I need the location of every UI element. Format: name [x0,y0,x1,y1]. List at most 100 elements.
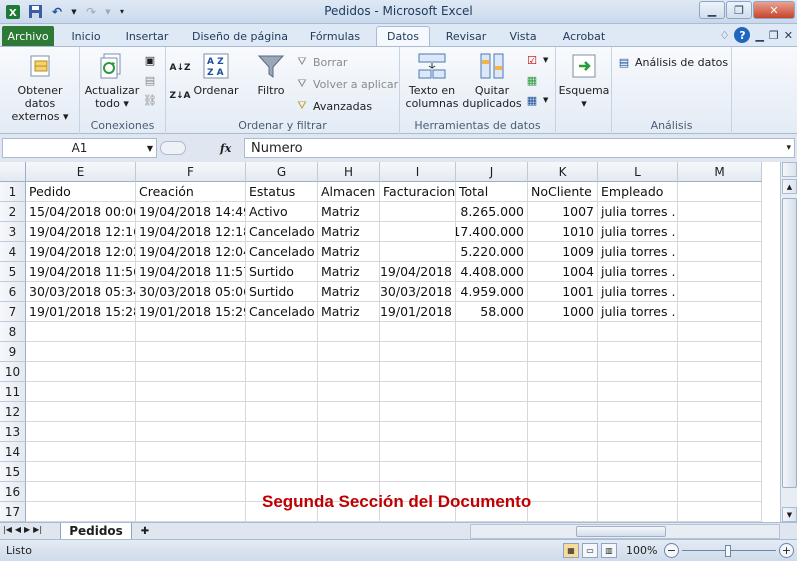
first-sheet-icon[interactable]: |◀ [3,525,12,534]
redo-icon[interactable]: ↷ [82,3,100,20]
table-cell[interactable]: 1001 [528,282,598,302]
table-cell[interactable]: 19/01/2018 15:28 [26,302,136,322]
zoom-in-icon[interactable]: + [779,543,794,558]
table-cell[interactable] [318,422,380,442]
help-icon[interactable]: ? [734,27,751,43]
table-cell[interactable] [318,342,380,362]
table-cell[interactable]: 1000 [528,302,598,322]
tab-diseno-de-pagina[interactable]: Diseño de página [186,26,294,46]
table-cell[interactable]: 19/04/2018 11:56 [26,262,136,282]
column-header[interactable]: I [380,162,456,182]
vertical-scroll-thumb[interactable] [782,198,797,488]
scroll-up-icon[interactable]: ▲ [782,179,797,194]
table-cell[interactable]: 19/04/2018 [380,262,456,282]
table-cell[interactable] [380,202,456,222]
table-cell[interactable] [26,362,136,382]
table-cell[interactable] [136,362,246,382]
row-header[interactable]: 1 [0,182,26,202]
outline-button[interactable]: Esquema ▾ [558,51,610,110]
table-cell[interactable] [678,262,762,282]
table-cell[interactable] [456,442,528,462]
vertical-scrollbar[interactable]: ▲ ▼ [780,162,797,522]
row-header[interactable]: 16 [0,482,26,502]
select-all-corner[interactable] [0,162,26,182]
table-cell[interactable] [678,242,762,262]
table-cell[interactable] [318,322,380,342]
row-header[interactable]: 8 [0,322,26,342]
row-header[interactable]: 2 [0,202,26,222]
table-cell[interactable] [318,382,380,402]
header-cell[interactable]: Almacen [318,182,380,202]
header-cell[interactable]: Facturacion [380,182,456,202]
insert-sheet-icon[interactable]: ✚ [136,524,154,538]
sort-za-button[interactable]: Z↓A [169,87,190,105]
row-header[interactable]: 4 [0,242,26,262]
close-button[interactable]: ✕ [753,1,795,19]
table-cell[interactable] [678,202,762,222]
reapply-filter-button[interactable]: ⛛ Volver a aplicar [294,75,398,93]
table-cell[interactable] [456,462,528,482]
table-cell[interactable] [598,362,678,382]
ribbon-close-button[interactable]: ✕ [784,29,793,42]
table-cell[interactable] [598,502,678,522]
zoom-level[interactable]: 100% [626,544,657,557]
table-cell[interactable] [678,402,762,422]
table-cell[interactable] [528,322,598,342]
zoom-slider[interactable]: − + [664,543,794,559]
page-break-view-icon[interactable]: ▥ [601,543,617,558]
table-cell[interactable] [456,322,528,342]
tab-insertar[interactable]: Insertar [118,26,176,46]
tab-vista[interactable]: Vista [500,26,546,46]
table-cell[interactable] [380,322,456,342]
data-validation-button[interactable]: ☑ ▼ [524,51,548,69]
table-cell[interactable] [678,482,762,502]
table-cell[interactable]: Matriz [318,222,380,242]
table-cell[interactable] [136,482,246,502]
sort-az-button[interactable]: A↓Z [169,59,190,77]
table-cell[interactable]: 19/04/2018 12:16 [26,222,136,242]
table-cell[interactable] [318,362,380,382]
table-cell[interactable] [26,322,136,342]
table-cell[interactable]: julia torres . [598,222,678,242]
table-cell[interactable]: 17.400.000 [456,222,528,242]
table-cell[interactable]: julia torres . [598,282,678,302]
table-cell[interactable] [678,322,762,342]
table-cell[interactable] [136,442,246,462]
tab-datos[interactable]: Datos [376,26,430,46]
consolidate-button[interactable]: ▦ [524,71,540,89]
table-cell[interactable]: Cancelado [246,302,318,322]
table-cell[interactable] [456,402,528,422]
header-cell[interactable]: NoCliente [528,182,598,202]
restore-button[interactable]: ❐ [726,1,752,19]
row-header[interactable]: 14 [0,442,26,462]
redo-dropdown-icon[interactable]: ▼ [104,3,112,20]
table-cell[interactable]: 1009 [528,242,598,262]
table-cell[interactable] [528,462,598,482]
table-cell[interactable]: Matriz [318,302,380,322]
table-cell[interactable] [598,422,678,442]
table-cell[interactable] [456,342,528,362]
table-cell[interactable] [246,422,318,442]
properties-button[interactable]: ▤ [142,71,158,89]
table-cell[interactable]: Surtido [246,262,318,282]
table-cell[interactable]: 19/04/2018 12:04 [136,242,246,262]
table-cell[interactable]: 4.959.000 [456,282,528,302]
table-cell[interactable] [678,422,762,442]
split-box-icon[interactable] [782,162,797,177]
table-cell[interactable] [136,342,246,362]
table-cell[interactable] [598,402,678,422]
table-cell[interactable]: 19/04/2018 14:49 [136,202,246,222]
table-cell[interactable] [246,322,318,342]
table-cell[interactable] [380,242,456,262]
table-cell[interactable]: 1010 [528,222,598,242]
table-cell[interactable] [26,482,136,502]
header-cell[interactable]: Total [456,182,528,202]
filter-button[interactable]: Filtro [250,51,292,97]
zoom-knob[interactable] [725,545,731,557]
table-cell[interactable] [678,222,762,242]
table-cell[interactable] [26,382,136,402]
header-cell[interactable]: Empleado [598,182,678,202]
table-cell[interactable] [598,322,678,342]
column-header[interactable]: L [598,162,678,182]
horizontal-scrollbar[interactable] [470,524,780,539]
